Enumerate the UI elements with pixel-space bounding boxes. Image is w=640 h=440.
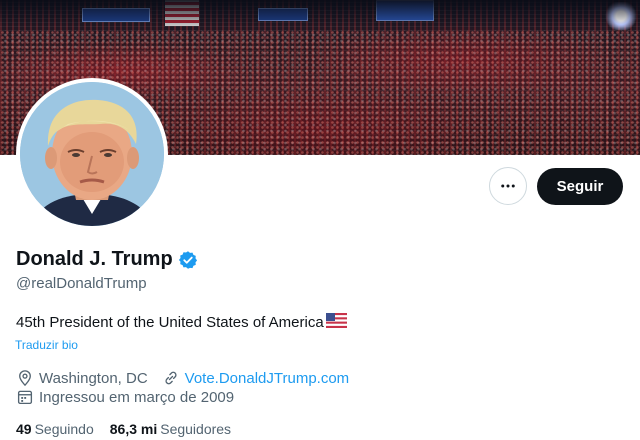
- following-count: 49: [16, 421, 32, 437]
- us-flag-icon: [325, 313, 347, 332]
- profile-website[interactable]: Vote.DonaldJTrump.com: [162, 369, 350, 387]
- profile-stats: 49 Seguindo 86,3 mi Seguidores: [16, 421, 247, 437]
- website-link[interactable]: Vote.DonaldJTrump.com: [185, 370, 350, 387]
- location-pin-icon: [19, 370, 31, 387]
- avatar[interactable]: [16, 78, 168, 230]
- followers-count: 86,3 mi: [109, 421, 158, 437]
- following-stat[interactable]: 49 Seguindo: [16, 421, 94, 437]
- banner-flag-stripes: [165, 0, 199, 26]
- profile-name: Donald J. Trump: [16, 248, 173, 270]
- profile-name-row: Donald J. Trump: [16, 248, 198, 271]
- location-text: Washington, DC: [39, 369, 148, 387]
- avatar-portrait: [20, 82, 164, 226]
- profile-bio: 45th President of the United States of A…: [16, 313, 347, 332]
- banner-sign: [258, 8, 308, 21]
- more-options-button[interactable]: [489, 167, 527, 205]
- link-icon: [165, 371, 177, 385]
- following-label: Seguindo: [34, 421, 94, 437]
- joined-text: Ingressou em março de 2009: [39, 388, 235, 406]
- profile-location: Washington, DC: [16, 369, 148, 387]
- followers-label: Seguidores: [160, 421, 232, 437]
- banner-sign: [82, 8, 150, 22]
- profile-meta-row: Washington, DC Vote.DonaldJTrump.com: [16, 369, 363, 387]
- translate-bio-link[interactable]: Traduzir bio: [15, 338, 78, 352]
- calendar-icon: [17, 390, 33, 405]
- banner-sign: [376, 0, 434, 21]
- follow-button[interactable]: Seguir: [537, 168, 623, 205]
- profile-joined: Ingressou em março de 2009: [16, 388, 234, 406]
- followers-stat[interactable]: 86,3 mi Seguidores: [110, 421, 231, 437]
- bio-text: 45th President of the United States of A…: [16, 314, 324, 331]
- banner-stage-light: [604, 2, 638, 30]
- more-horizontal-icon: [501, 184, 515, 188]
- profile-handle: @realDonaldTrump: [16, 275, 147, 292]
- verified-badge-icon: [178, 250, 198, 270]
